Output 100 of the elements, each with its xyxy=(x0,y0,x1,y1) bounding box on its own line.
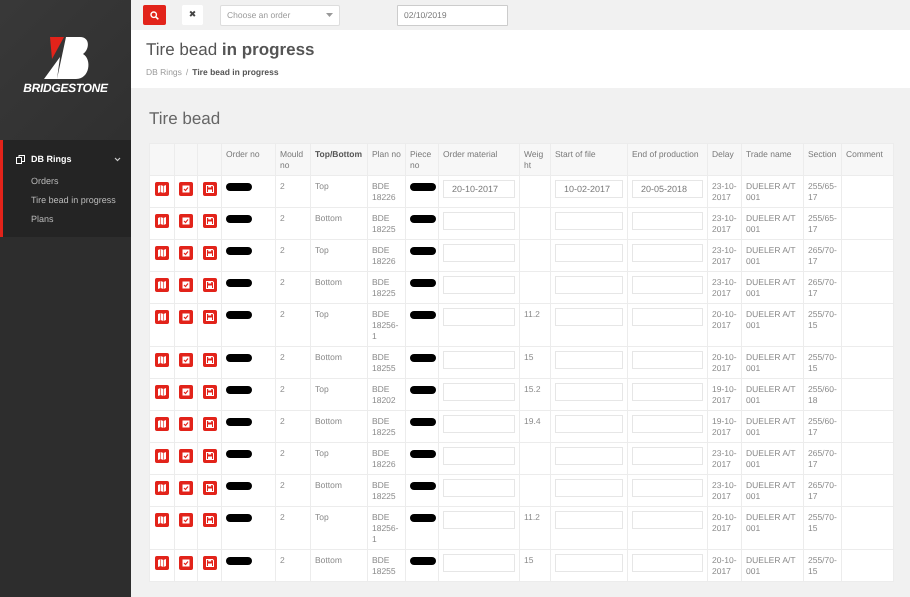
checkbox-icon xyxy=(182,516,190,524)
date-field[interactable] xyxy=(443,276,515,294)
check-button[interactable] xyxy=(179,481,193,495)
date-field[interactable] xyxy=(555,276,623,294)
check-button[interactable] xyxy=(179,246,193,260)
save-button[interactable] xyxy=(202,182,216,196)
map-button[interactable] xyxy=(155,353,169,367)
save-button[interactable] xyxy=(202,513,216,527)
table-cell: 11.2 xyxy=(524,309,540,319)
date-field[interactable] xyxy=(443,554,515,572)
date-field[interactable] xyxy=(443,244,515,262)
map-button[interactable] xyxy=(155,182,169,196)
date-field[interactable] xyxy=(555,212,623,230)
date-field[interactable] xyxy=(443,383,515,401)
date-field[interactable] xyxy=(632,351,703,369)
search-button[interactable] xyxy=(143,5,166,25)
table-cell: 19.4 xyxy=(524,416,541,426)
date-field[interactable] xyxy=(555,383,623,401)
map-icon xyxy=(158,249,166,257)
date-field[interactable] xyxy=(632,554,703,572)
date-field[interactable]: 02/10/2019 xyxy=(397,4,508,26)
date-field[interactable] xyxy=(632,383,703,401)
table-cell: DUELER A/T 001 xyxy=(746,555,796,576)
date-field[interactable]: 10-02-2017 xyxy=(555,180,623,198)
table-cell: 2 xyxy=(280,384,285,394)
date-field[interactable] xyxy=(443,511,515,529)
save-button[interactable] xyxy=(202,481,216,495)
date-field[interactable] xyxy=(632,308,703,326)
check-button[interactable] xyxy=(179,278,193,292)
redaction-mark xyxy=(410,311,436,319)
nav-group[interactable]: DB Rings xyxy=(3,146,131,172)
save-icon xyxy=(206,420,214,428)
nav-item[interactable]: Plans xyxy=(3,210,131,229)
date-field[interactable]: 20-05-2018 xyxy=(632,180,703,198)
date-field[interactable] xyxy=(555,351,623,369)
date-field[interactable]: 20-10-2017 xyxy=(443,180,515,198)
column-header: Top/Bottom xyxy=(315,149,362,159)
map-button[interactable] xyxy=(155,556,169,570)
save-button[interactable] xyxy=(202,417,216,431)
map-button[interactable] xyxy=(155,385,169,399)
date-field[interactable] xyxy=(555,447,623,465)
date-field[interactable] xyxy=(555,479,623,497)
save-button[interactable] xyxy=(202,385,216,399)
date-field[interactable] xyxy=(443,351,515,369)
date-field[interactable] xyxy=(555,511,623,529)
date-field[interactable] xyxy=(632,212,703,230)
map-button[interactable] xyxy=(155,513,169,527)
save-button[interactable] xyxy=(202,310,216,324)
date-field[interactable] xyxy=(632,276,703,294)
map-button[interactable] xyxy=(155,246,169,260)
clear-button[interactable]: ✖ xyxy=(182,5,203,25)
save-button[interactable] xyxy=(202,449,216,463)
map-button[interactable] xyxy=(155,449,169,463)
map-button[interactable] xyxy=(155,417,169,431)
save-button[interactable] xyxy=(202,246,216,260)
save-button[interactable] xyxy=(202,278,216,292)
table-cell: DUELER A/T 001 xyxy=(746,384,796,405)
save-button[interactable] xyxy=(202,353,216,367)
check-button[interactable] xyxy=(179,214,193,228)
date-field[interactable] xyxy=(555,308,623,326)
nav-item[interactable]: Orders xyxy=(3,172,131,191)
date-field[interactable] xyxy=(443,308,515,326)
order-select[interactable]: Choose an order xyxy=(220,4,340,26)
check-button[interactable] xyxy=(179,556,193,570)
date-field[interactable] xyxy=(443,212,515,230)
date-field[interactable] xyxy=(555,554,623,572)
date-field[interactable] xyxy=(443,479,515,497)
map-button[interactable] xyxy=(155,481,169,495)
date-field[interactable] xyxy=(632,511,703,529)
date-field[interactable] xyxy=(632,244,703,262)
map-icon xyxy=(158,559,166,567)
map-button[interactable] xyxy=(155,278,169,292)
date-field[interactable] xyxy=(632,447,703,465)
check-button[interactable] xyxy=(179,417,193,431)
column-header: End of production xyxy=(632,149,699,159)
table-cell: 2 xyxy=(280,448,285,458)
date-field[interactable] xyxy=(632,415,703,433)
table-cell: BDE 18225 xyxy=(372,277,396,298)
breadcrumb-link[interactable]: DB Rings xyxy=(146,67,182,77)
date-field[interactable] xyxy=(555,244,623,262)
check-button[interactable] xyxy=(179,385,193,399)
column-header: Start of file xyxy=(555,149,596,159)
check-button[interactable] xyxy=(179,182,193,196)
check-button[interactable] xyxy=(179,310,193,324)
save-button[interactable] xyxy=(202,214,216,228)
date-field[interactable] xyxy=(443,447,515,465)
save-button[interactable] xyxy=(202,556,216,570)
date-field[interactable] xyxy=(555,415,623,433)
map-button[interactable] xyxy=(155,310,169,324)
date-field[interactable] xyxy=(632,479,703,497)
check-button[interactable] xyxy=(179,513,193,527)
check-button[interactable] xyxy=(179,449,193,463)
check-button[interactable] xyxy=(179,353,193,367)
map-button[interactable] xyxy=(155,214,169,228)
redaction-mark xyxy=(410,354,436,362)
nav-item[interactable]: Tire bead in progress xyxy=(3,191,131,210)
table-cell: DUELER A/T 001 xyxy=(746,309,796,330)
redaction-mark xyxy=(226,183,252,191)
table-cell: Bottom xyxy=(315,480,342,490)
date-field[interactable] xyxy=(443,415,515,433)
